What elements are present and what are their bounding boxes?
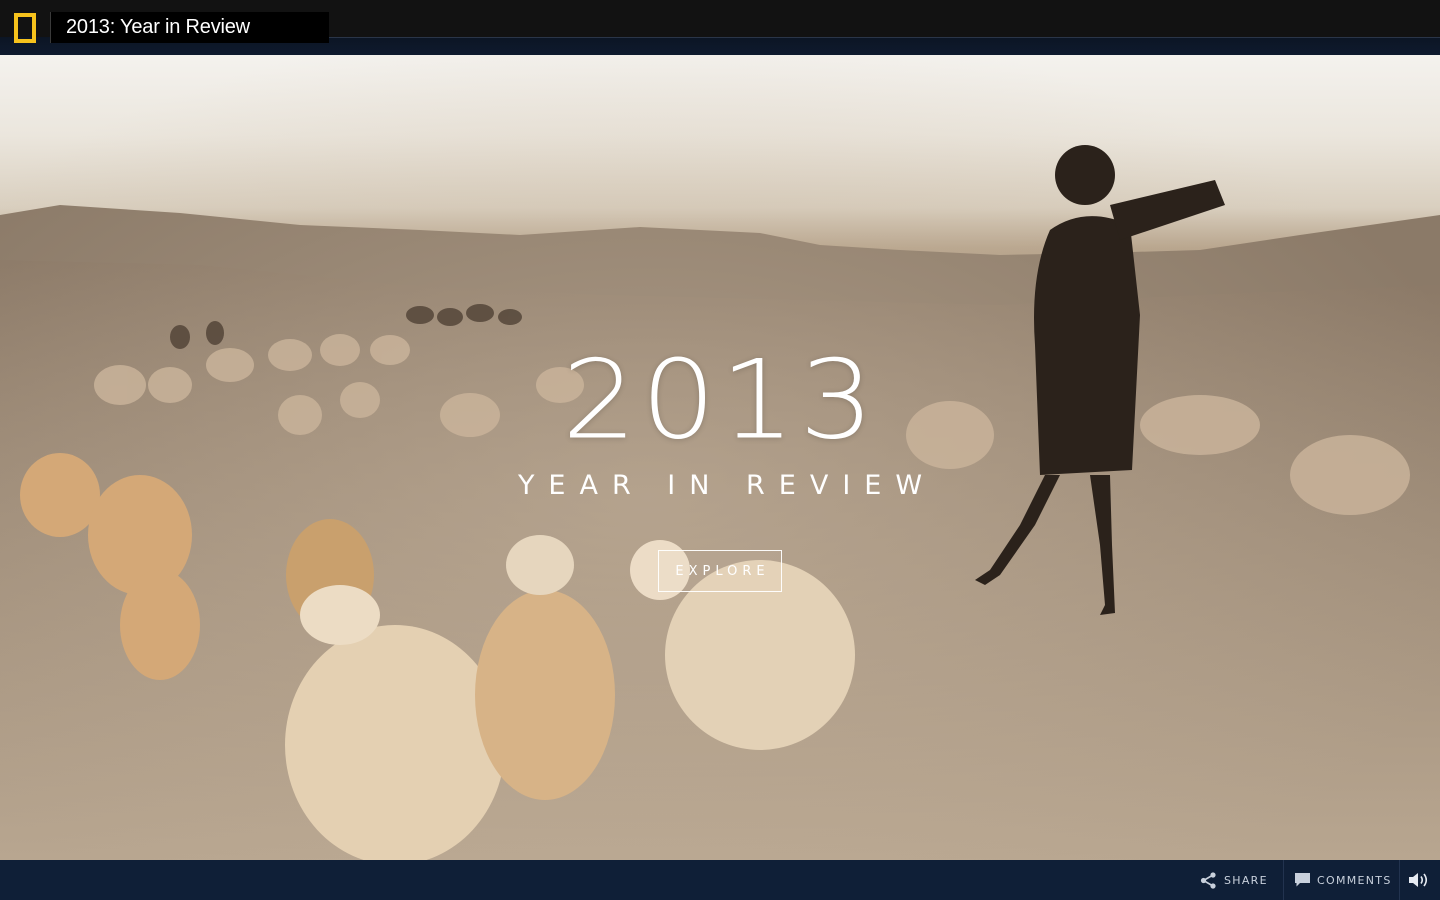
top-bar-divider [329, 37, 1440, 38]
share-label: SHARE [1224, 873, 1268, 887]
hero-banner: 2013 YEAR IN REVIEW EXPLORE [0, 55, 1440, 860]
comments-button[interactable]: COMMENTS [1283, 860, 1399, 900]
hero-year: 2013 [561, 336, 879, 464]
share-button[interactable]: SHARE [1200, 860, 1282, 900]
hero-title-block: 2013 YEAR IN REVIEW [0, 340, 1440, 502]
share-icon [1200, 871, 1217, 889]
sound-toggle-button[interactable] [1399, 860, 1440, 900]
top-bar: 2013: Year in Review [0, 0, 1440, 55]
explore-button[interactable]: EXPLORE [658, 550, 782, 592]
comments-label: COMMENTS [1317, 873, 1392, 887]
natgeo-rectangle-icon [14, 12, 36, 43]
bottom-toolbar: SHARE COMMENTS [0, 860, 1440, 900]
comment-bubble-icon [1295, 873, 1310, 887]
page-title: 2013: Year in Review [50, 12, 329, 43]
hero-subtitle: YEAR IN REVIEW [517, 470, 937, 501]
natgeo-logo[interactable] [0, 0, 50, 55]
speaker-volume-icon [1409, 872, 1431, 888]
